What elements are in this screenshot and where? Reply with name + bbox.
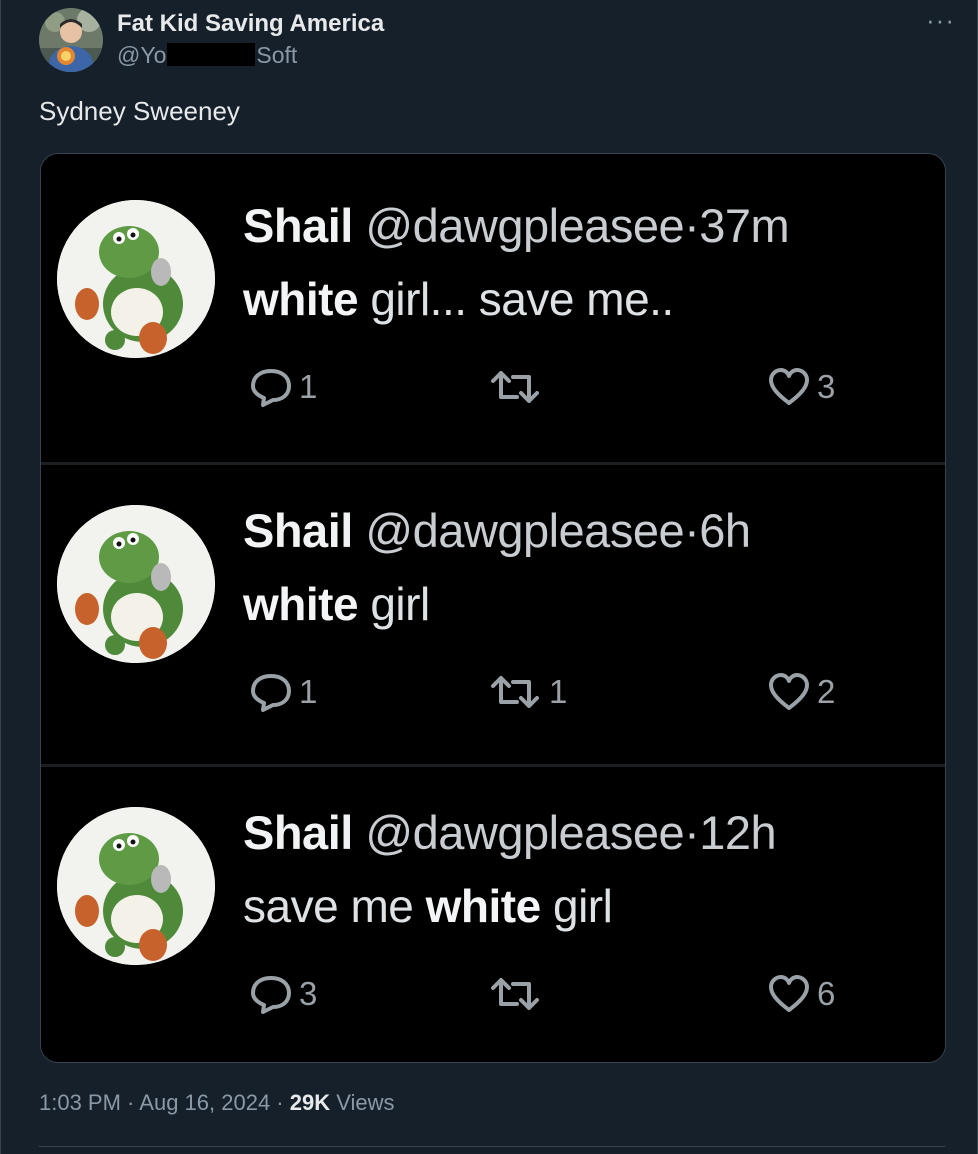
retweet-icon	[491, 371, 539, 403]
post-header: Fat Kid Saving America @Yo Soft ···	[39, 7, 969, 78]
redaction-bar	[167, 43, 256, 66]
screenshot-tweet: Shail @dawgpleasee·12h save me white gir…	[41, 764, 945, 1062]
author-name[interactable]: Fat Kid Saving America	[117, 10, 384, 38]
handle-start: @Yo	[117, 42, 167, 68]
reply-count: 3	[299, 975, 318, 1012]
yoshi-avatar	[57, 505, 215, 663]
reply-icon	[251, 369, 291, 407]
screenshot-author-handle: @dawgpleasee	[365, 806, 685, 859]
screenshot-tweet-header: Shail @dawgpleasee·6h	[243, 503, 751, 558]
like-icon	[769, 673, 809, 710]
post-date[interactable]: Aug 16, 2024	[139, 1090, 270, 1115]
retweet-icon	[491, 978, 539, 1010]
handle-end: Soft	[256, 42, 298, 68]
screenshot-author-name: Shail	[243, 806, 353, 859]
divider	[39, 1146, 945, 1147]
screenshot-tweet: Shail @dawgpleasee·37m white girl... sav…	[41, 160, 945, 460]
like-action: 2	[767, 667, 835, 717]
screenshot-actions: 3 6	[249, 969, 869, 1019]
yoshi-avatar	[57, 200, 215, 358]
screenshot-actions: 1 3	[249, 362, 869, 412]
screenshot-tweet-header: Shail @dawgpleasee·37m	[243, 198, 790, 253]
screenshot-tweet-text: white girl	[243, 577, 430, 631]
like-count: 2	[817, 673, 836, 710]
views-label: Views	[336, 1090, 395, 1115]
screenshot-tweet-text: white girl... save me..	[243, 272, 674, 326]
screenshot-author-handle: @dawgpleasee	[365, 199, 685, 252]
text-rest: girl	[358, 578, 430, 630]
screenshot-author-name: Shail	[243, 199, 353, 252]
retweet-icon	[491, 676, 539, 708]
separator: ·	[684, 199, 700, 252]
views-count: 29K	[289, 1090, 331, 1115]
meta-separator: ·	[120, 1090, 140, 1115]
retweet-action	[487, 969, 549, 1019]
reply-action: 1	[249, 362, 317, 412]
screenshot-author-handle: @dawgpleasee	[365, 504, 685, 557]
post-image[interactable]: Shail @dawgpleasee·37m white girl... sav…	[40, 153, 946, 1063]
yoshi-avatar	[57, 807, 215, 965]
like-icon	[769, 368, 809, 405]
author-avatar[interactable]	[39, 8, 103, 72]
reply-action: 1	[249, 667, 317, 717]
like-icon	[769, 975, 809, 1012]
screenshot-author-name: Shail	[243, 504, 353, 557]
more-icon[interactable]: ···	[926, 7, 955, 33]
tweet-detail: Fat Kid Saving America @Yo Soft ··· Sydne…	[0, 0, 978, 1154]
retweet-action: 1	[487, 667, 567, 717]
reply-icon	[251, 674, 291, 712]
like-count: 6	[817, 975, 836, 1012]
screenshot-tweet: Shail @dawgpleasee·6h white girl 1 1 2	[41, 462, 945, 765]
meta-separator: ·	[270, 1090, 290, 1115]
screenshot-tweet-time: 37m	[699, 199, 790, 252]
like-action: 6	[767, 969, 835, 1019]
text-bold: white	[243, 578, 359, 630]
screenshot-actions: 1 1 2	[249, 667, 869, 717]
post-time[interactable]: 1:03 PM	[39, 1090, 121, 1115]
text-bold: white	[243, 273, 359, 325]
post-text: Sydney Sweeney	[39, 96, 240, 126]
reply-icon	[251, 976, 291, 1014]
reply-count: 1	[299, 673, 318, 710]
separator: ·	[684, 806, 700, 859]
screenshot-tweet-header: Shail @dawgpleasee·12h	[243, 805, 777, 860]
reply-count: 1	[299, 368, 318, 405]
author-handle[interactable]: @Yo Soft	[117, 42, 297, 69]
text-bold: white	[425, 880, 542, 932]
screenshot-tweet-text: save me white girl	[243, 879, 613, 933]
text-rest: girl	[540, 880, 613, 932]
screenshot-tweet-time: 12h	[699, 806, 777, 859]
like-count: 3	[817, 368, 836, 405]
retweet-action	[487, 362, 549, 412]
text-rest: girl... save me..	[358, 273, 674, 325]
separator: ·	[684, 504, 700, 557]
text-pre: save me	[243, 880, 426, 932]
retweet-count: 1	[549, 673, 568, 710]
post-meta: 1:03 PM · Aug 16, 2024 · 29K Views	[39, 1090, 395, 1116]
like-action: 3	[767, 362, 835, 412]
reply-action: 3	[249, 969, 317, 1019]
screenshot-tweet-time: 6h	[699, 504, 751, 557]
